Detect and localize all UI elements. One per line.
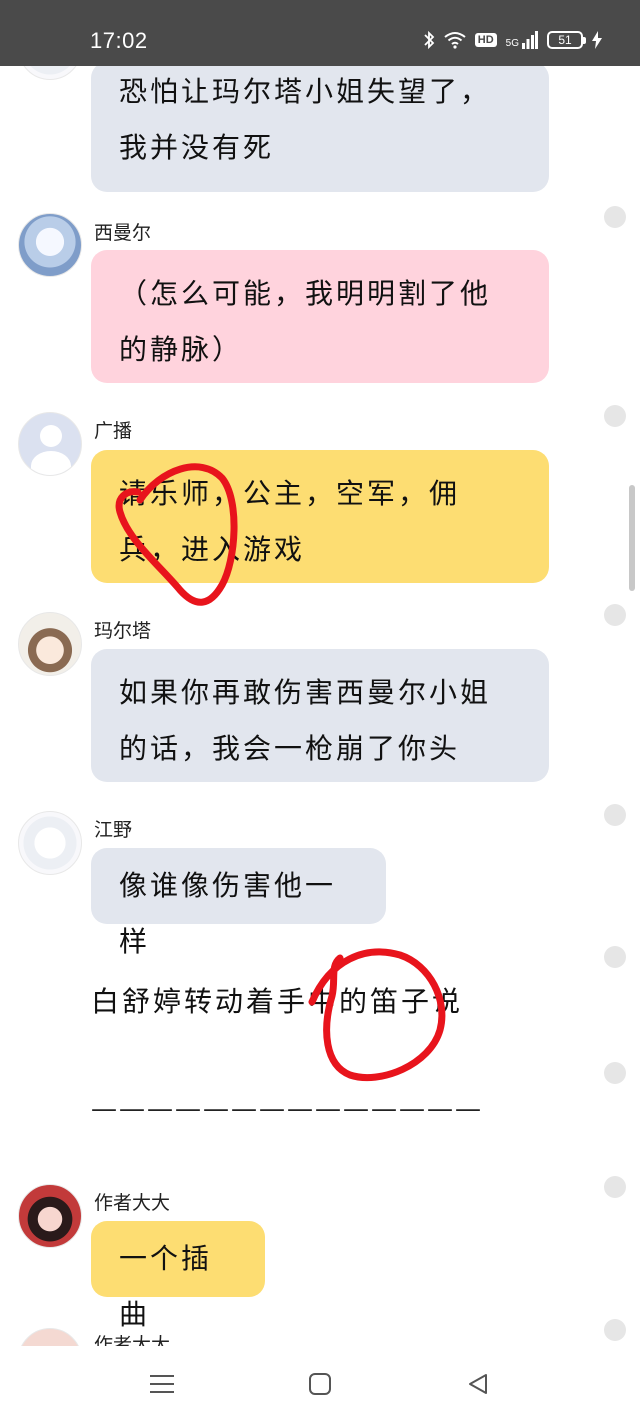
- message-bubble[interactable]: （怎么可能，我明明割了他的静脉）: [91, 250, 549, 383]
- status-bar: 17:02 HD 5G 51: [0, 0, 640, 66]
- select-dot[interactable]: [604, 1062, 626, 1084]
- bluetooth-icon: [424, 30, 435, 50]
- message-bubble[interactable]: 像谁像伤害他一样: [91, 848, 386, 958]
- home-square-icon: [309, 1373, 331, 1395]
- status-icons: HD 5G 51: [423, 30, 602, 50]
- sender-name: 作者大大: [94, 1192, 171, 1214]
- sender-name: 江野: [94, 819, 133, 841]
- sender-name: 广播: [94, 420, 133, 442]
- message-bubble[interactable]: 恐怕让玛尔塔小姐失望了，我并没有死: [91, 66, 549, 192]
- hd-badge: HD: [474, 33, 497, 47]
- navigation-bar: [0, 1346, 640, 1422]
- signal-icon: [522, 31, 538, 49]
- home-button[interactable]: [306, 1370, 334, 1398]
- avatar[interactable]: [18, 1328, 82, 1346]
- avatar[interactable]: [18, 612, 82, 676]
- sender-name: 作者大大: [94, 1334, 171, 1346]
- select-dot[interactable]: [604, 946, 626, 968]
- chat-list[interactable]: 恐怕让玛尔塔小姐失望了，我并没有死 西曼尔 （怎么可能，我明明割了他的静脉） 广…: [0, 66, 640, 1346]
- status-time: 17:02: [90, 28, 148, 53]
- network-type: 5G: [506, 31, 538, 49]
- sender-name: 西曼尔: [94, 222, 152, 244]
- avatar[interactable]: [18, 1184, 82, 1248]
- message-bubble[interactable]: 一个插曲: [91, 1221, 265, 1331]
- battery-icon: 51: [547, 31, 586, 49]
- select-dot[interactable]: [604, 206, 626, 228]
- charging-icon: [592, 31, 602, 49]
- select-dot[interactable]: [604, 604, 626, 626]
- select-dot[interactable]: [604, 1319, 626, 1341]
- select-dot[interactable]: [604, 804, 626, 826]
- avatar[interactable]: [18, 66, 82, 80]
- message-bubble[interactable]: 请乐师，公主，空军，佣兵，进入游戏: [91, 450, 549, 583]
- message-bubble[interactable]: 如果你再敢伤害西曼尔小姐的话，我会一枪崩了你头: [91, 649, 549, 782]
- battery-level: 51: [558, 33, 572, 47]
- select-dot[interactable]: [604, 1176, 626, 1198]
- back-button[interactable]: [464, 1370, 492, 1398]
- avatar[interactable]: [18, 412, 82, 476]
- narration-text: 白舒婷转动着手中的笛子说: [91, 985, 464, 1018]
- scrollbar-thumb[interactable]: [629, 485, 635, 591]
- avatar[interactable]: [18, 811, 82, 875]
- divider-text: ——————————————: [91, 1094, 483, 1124]
- menu-icon: [150, 1375, 174, 1393]
- menu-button[interactable]: [148, 1370, 176, 1398]
- wifi-icon: [444, 32, 466, 49]
- select-dot[interactable]: [604, 405, 626, 427]
- network-label: 5G: [505, 38, 519, 49]
- sender-name: 玛尔塔: [94, 620, 152, 642]
- avatar[interactable]: [18, 213, 82, 277]
- back-triangle-icon: [469, 1374, 487, 1394]
